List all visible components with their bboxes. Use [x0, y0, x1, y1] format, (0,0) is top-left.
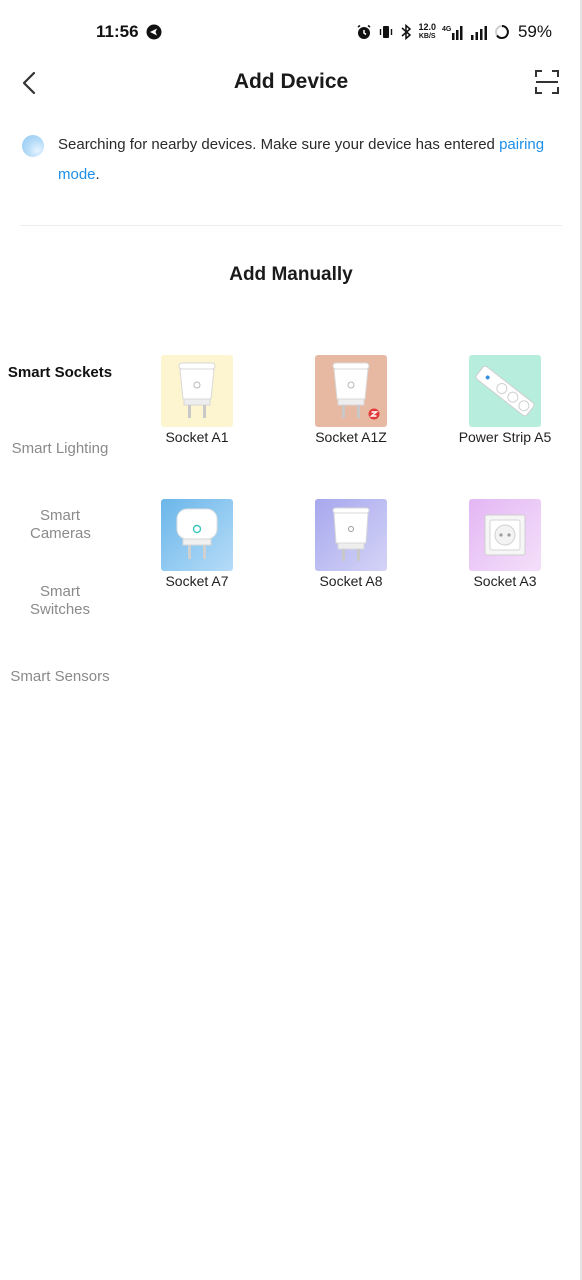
search-message: Searching for nearby devices. Make sure …: [58, 130, 560, 190]
battery-icon: [494, 25, 509, 39]
speed-unit: KB/S: [418, 33, 436, 40]
svg-text:4G: 4G: [442, 26, 452, 33]
device-label: Socket A8: [319, 573, 383, 589]
socket-plug-icon: [332, 507, 370, 561]
socket-a1z-image: [315, 355, 387, 427]
status-time: 11:56: [96, 22, 139, 41]
device-socket-a3[interactable]: Socket A3: [445, 499, 565, 589]
device-label: Power Strip A5: [458, 429, 552, 445]
section-title: Add Manually: [229, 264, 353, 285]
page-title: Add Device: [233, 70, 349, 93]
search-text: Searching for nearby devices. Make sure …: [58, 136, 500, 153]
device-label: Socket A3: [473, 573, 537, 589]
socket-a3-image: [469, 499, 541, 571]
search-notice: Searching for nearby devices. Make sure …: [22, 130, 560, 190]
device-label: Socket A7: [165, 573, 229, 589]
device-power-strip-a5[interactable]: Power Strip A5: [445, 355, 565, 445]
socket-a1-image: [161, 355, 233, 427]
speed-value: 12.0: [418, 22, 436, 32]
socket-a7-image: [161, 499, 233, 571]
power-strip-icon: [475, 365, 535, 417]
signal-4g-icon: 4G: [442, 26, 463, 40]
vibrate-icon: [380, 26, 393, 38]
socket-plug-icon: [178, 362, 216, 418]
device-label: Socket A1Z: [315, 429, 387, 445]
search-suffix: .: [95, 166, 100, 183]
socket-a8-image: [315, 499, 387, 571]
header: Add Device: [0, 60, 582, 106]
category-smart-sockets[interactable]: Smart Sockets: [0, 364, 120, 382]
network-speed: 12.0 KB/S: [418, 23, 436, 41]
device-socket-a1z[interactable]: Socket A1Z: [291, 355, 411, 445]
navigation-icon: [146, 24, 162, 40]
bluetooth-icon: [401, 24, 412, 40]
signal-icon: [470, 26, 487, 40]
status-bar: 11:56 12.0 KB/S 4G 59%: [0, 0, 582, 64]
category-smart-lighting[interactable]: Smart Lighting: [0, 440, 120, 458]
alarm-icon: [357, 24, 371, 39]
socket-plug-icon: [176, 508, 218, 559]
scan-qr-icon[interactable]: [534, 69, 560, 95]
battery-percent: 59%: [517, 22, 552, 41]
category-smart-cameras[interactable]: Smart Cameras: [0, 507, 120, 543]
category-smart-sensors[interactable]: Smart Sensors: [0, 668, 120, 686]
power-strip-a5-image: [469, 355, 541, 427]
socket-plug-icon: [332, 362, 380, 420]
divider: [20, 225, 562, 226]
device-socket-a1[interactable]: Socket A1: [137, 355, 257, 445]
searching-spinner-icon: [22, 135, 44, 157]
status-icons: 12.0 KB/S 4G 59%: [356, 20, 552, 44]
wall-socket-icon: [484, 514, 526, 556]
category-smart-switches[interactable]: Smart Switches: [0, 583, 120, 619]
device-label: Socket A1: [165, 429, 229, 445]
device-socket-a8[interactable]: Socket A8: [291, 499, 411, 589]
device-socket-a7[interactable]: Socket A7: [137, 499, 257, 589]
